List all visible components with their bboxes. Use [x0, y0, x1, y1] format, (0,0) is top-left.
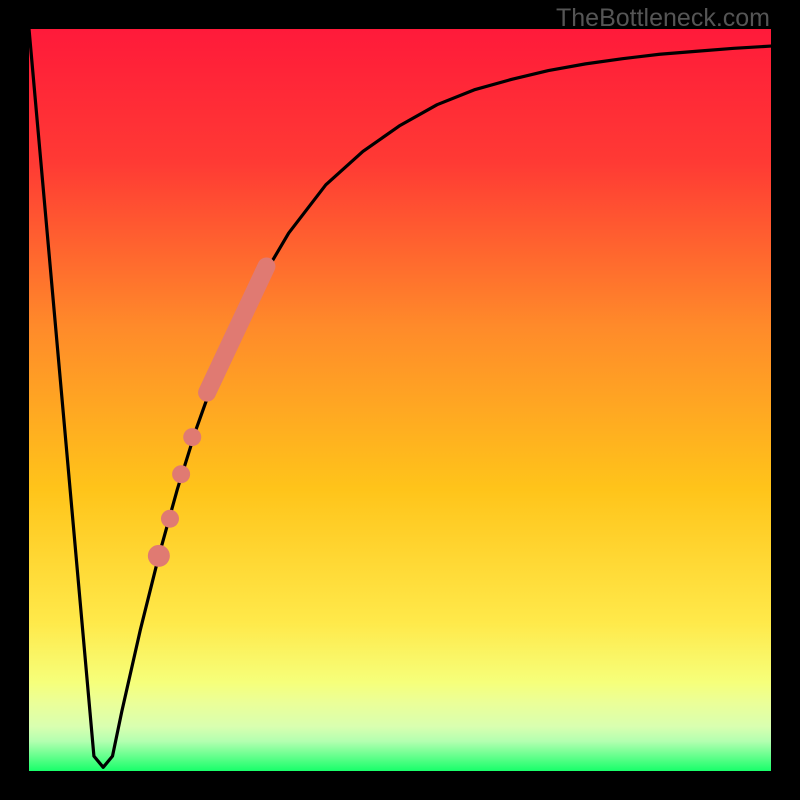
plot-area: [29, 29, 771, 771]
highlight-dot: [172, 465, 190, 483]
highlight-dot: [183, 428, 201, 446]
chart-svg: [29, 29, 771, 771]
highlight-dot: [148, 545, 170, 567]
highlight-dot: [161, 510, 179, 528]
chart-frame: TheBottleneck.com: [0, 0, 800, 800]
